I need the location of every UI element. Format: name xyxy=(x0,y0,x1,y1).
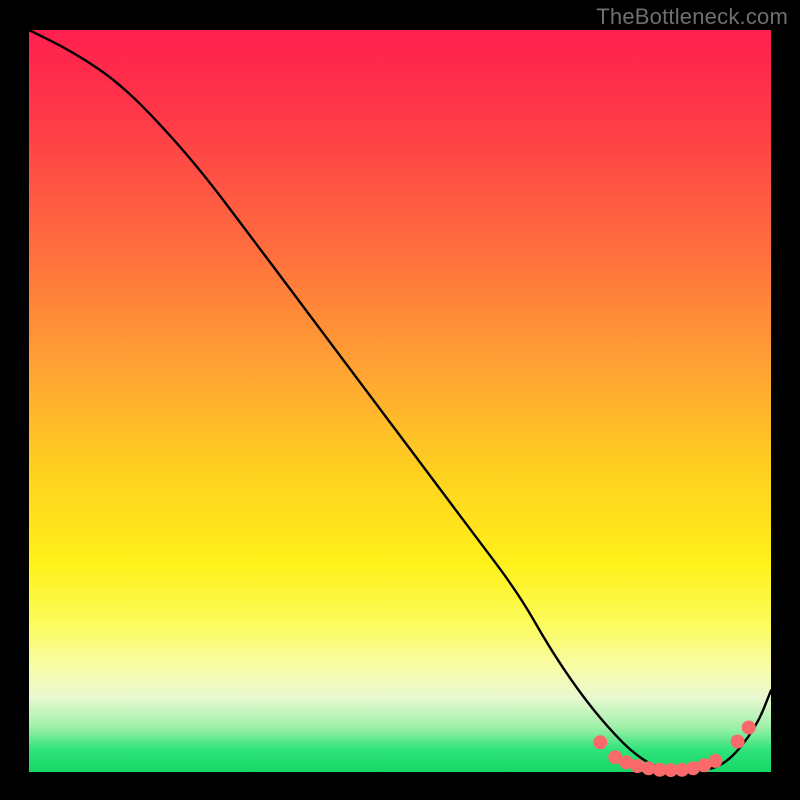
curve-marker xyxy=(593,735,607,749)
curve-layer xyxy=(29,30,771,772)
bottleneck-curve xyxy=(29,30,771,772)
curve-marker xyxy=(731,735,745,749)
curve-markers xyxy=(593,721,755,778)
curve-marker xyxy=(708,754,722,768)
curve-marker xyxy=(742,721,756,735)
watermark-text: TheBottleneck.com xyxy=(596,4,788,30)
plot-area xyxy=(29,30,771,772)
chart-frame: TheBottleneck.com xyxy=(0,0,800,800)
